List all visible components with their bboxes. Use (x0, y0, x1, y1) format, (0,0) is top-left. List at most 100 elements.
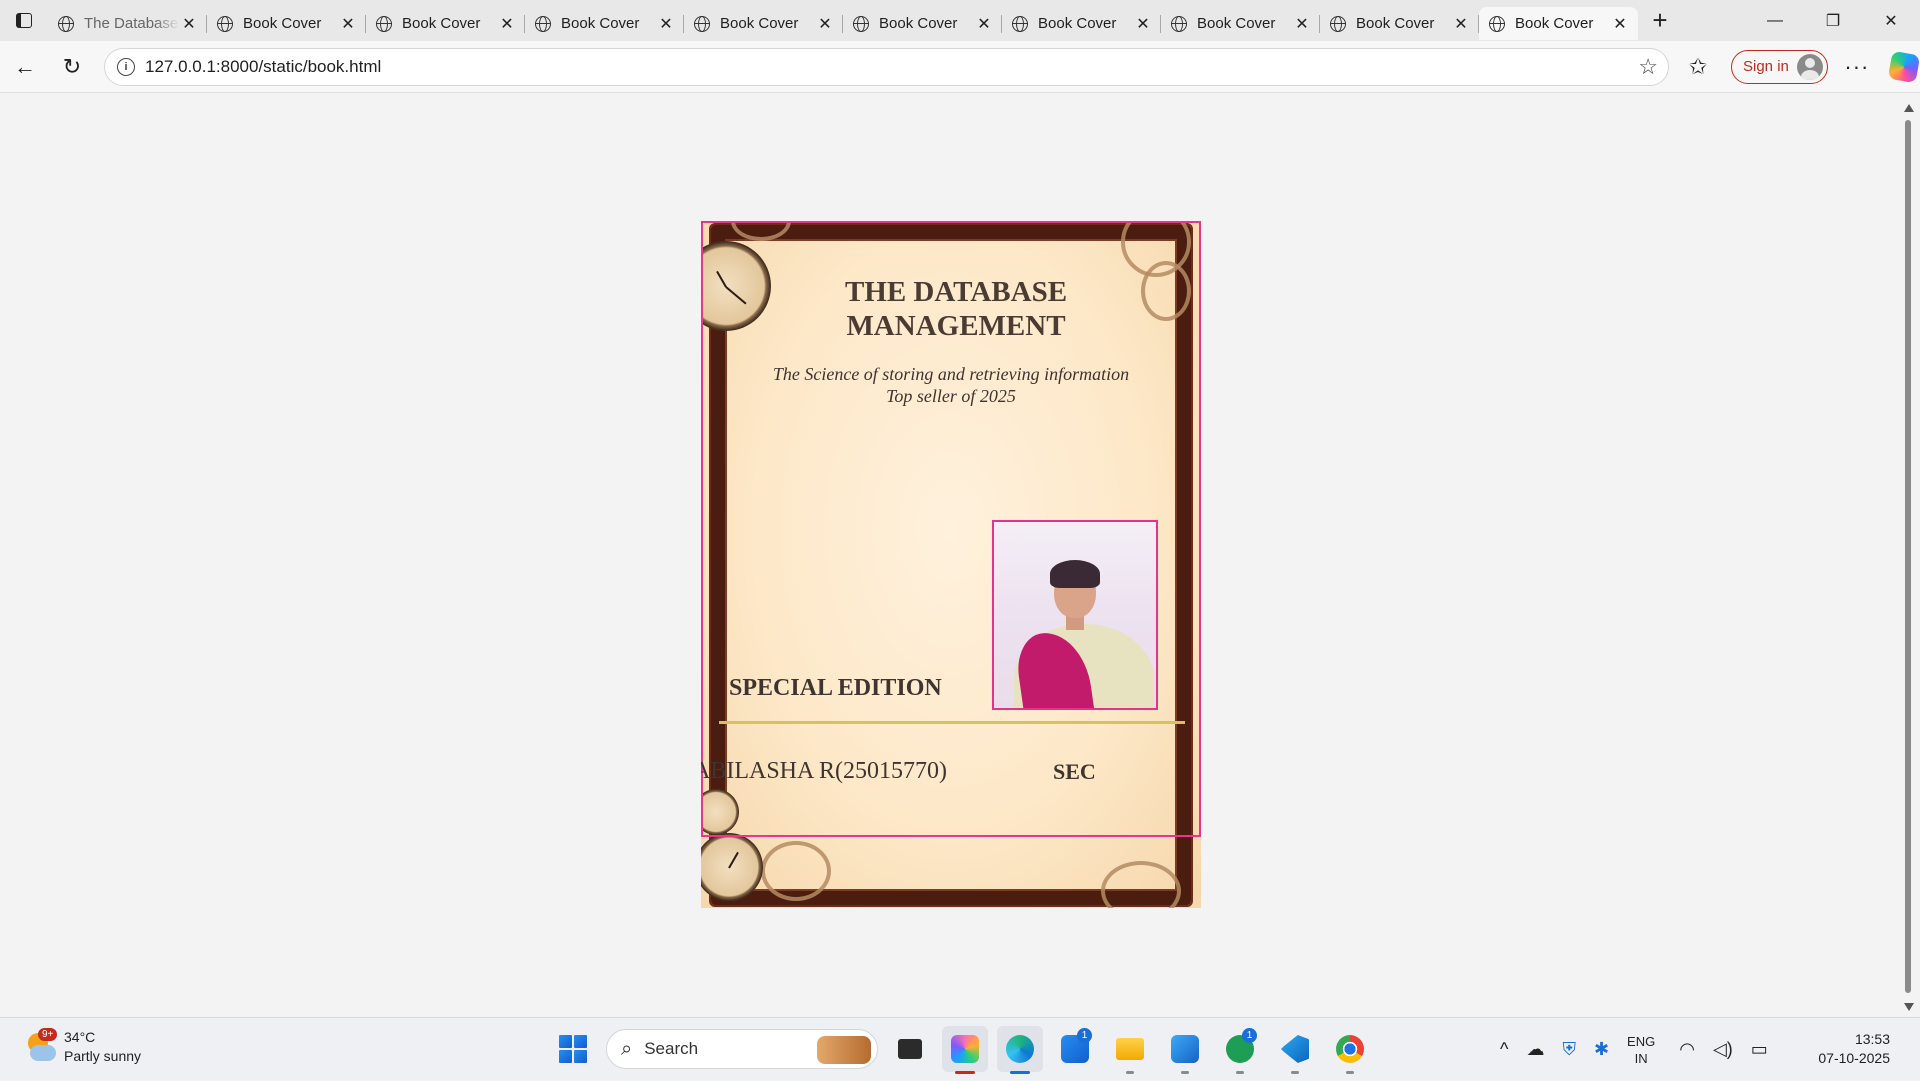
globe-icon (1330, 15, 1346, 32)
bluetooth-icon[interactable]: ✱ (1594, 1039, 1609, 1060)
profile-avatar-icon (1796, 53, 1823, 80)
task-view-button[interactable] (887, 1026, 933, 1072)
windows-logo-icon (559, 1035, 587, 1063)
vscode-app-button[interactable] (1272, 1026, 1318, 1074)
close-window-button[interactable]: ✕ (1862, 0, 1920, 41)
book-title-line-1: THE DATABASE (844, 276, 1068, 308)
globe-icon (853, 15, 869, 32)
search-highlight-image (817, 1036, 871, 1064)
tab-close-button[interactable]: ✕ (656, 14, 676, 34)
browser-toolbar: ← ↻ i 127.0.0.1:8000/static/book.html ☆ … (0, 41, 1920, 93)
file-explorer-button[interactable] (1107, 1026, 1153, 1074)
edge-app-button[interactable] (997, 1026, 1043, 1074)
tab-2[interactable]: Book Cover ✕ (366, 7, 525, 40)
tab-close-button[interactable]: ✕ (1610, 14, 1630, 34)
tab-close-button[interactable]: ✕ (338, 14, 358, 34)
scroll-up-arrow-icon[interactable] (1904, 104, 1914, 112)
more-options-button[interactable]: ··· (1842, 54, 1872, 80)
copilot-app-button[interactable] (942, 1026, 988, 1074)
security-shield-icon[interactable]: ⛨ (1562, 1039, 1576, 1060)
weather-desc: Partly sunny (64, 1048, 142, 1064)
tab-actions-button[interactable] (0, 0, 48, 41)
tab-1[interactable]: Book Cover ✕ (207, 7, 366, 40)
special-edition-label: SPECIAL EDITION (729, 675, 942, 701)
store-badge: 1 (1077, 1028, 1092, 1043)
minimize-button[interactable]: — (1746, 0, 1804, 41)
page-scrollbar[interactable] (1902, 100, 1916, 1015)
search-icon: ⌕ (621, 1037, 633, 1060)
back-button[interactable]: ← (3, 45, 47, 89)
tab-7[interactable]: Book Cover ✕ (1161, 7, 1320, 40)
show-hidden-icons-button[interactable]: ^ (1500, 1039, 1508, 1060)
volume-icon[interactable]: ◁) (1713, 1039, 1733, 1060)
copilot-app-icon (951, 1035, 979, 1063)
chrome-app-button[interactable] (1327, 1026, 1373, 1074)
globe-icon (535, 15, 551, 32)
tab-close-button[interactable]: ✕ (1451, 14, 1471, 34)
vscode-icon (1281, 1035, 1309, 1063)
tab-5[interactable]: Book Cover ✕ (843, 7, 1002, 40)
tab-close-button[interactable]: ✕ (179, 14, 199, 34)
globe-icon (58, 15, 74, 32)
whatsapp-badge: 1 (1242, 1028, 1257, 1043)
scroll-down-arrow-icon[interactable] (1904, 1003, 1914, 1011)
language-indicator[interactable]: ENG IN (1627, 1033, 1655, 1067)
author-photo (992, 520, 1158, 710)
start-button[interactable] (550, 1026, 596, 1072)
tab-9-active[interactable]: Book Cover ✕ (1479, 7, 1638, 40)
tab-close-button[interactable]: ✕ (1292, 14, 1312, 34)
globe-icon (376, 15, 392, 32)
url-text[interactable]: 127.0.0.1:8000/static/book.html (145, 57, 1638, 77)
reload-button[interactable]: ↻ (50, 45, 94, 89)
tab-3[interactable]: Book Cover ✕ (525, 7, 684, 40)
restore-button[interactable]: ❐ (1804, 0, 1862, 41)
decorative-swirl (761, 841, 831, 901)
wifi-icon[interactable]: ◠ (1679, 1039, 1695, 1060)
favorite-star-icon[interactable]: ☆ (1638, 54, 1658, 80)
photos-app-button[interactable] (1162, 1026, 1208, 1074)
scrollbar-thumb[interactable] (1905, 120, 1911, 993)
task-view-icon (898, 1039, 922, 1059)
tab-6[interactable]: Book Cover ✕ (1002, 7, 1161, 40)
taskbar-apps: ⌕ Search 1 1 (550, 1026, 1373, 1074)
search-label: Search (644, 1039, 699, 1058)
tab-title: Book Cover (1515, 15, 1594, 32)
globe-icon (217, 15, 233, 32)
favorites-button[interactable]: ✩ (1683, 54, 1713, 80)
address-bar[interactable]: i 127.0.0.1:8000/static/book.html ☆ (104, 47, 1669, 86)
tab-title: Book Cover (561, 15, 640, 32)
folder-icon (1116, 1038, 1144, 1060)
battery-icon[interactable]: ▭ (1751, 1039, 1768, 1060)
photos-icon (1171, 1035, 1199, 1063)
tab-title: Book Cover (1038, 15, 1117, 32)
book-title-line-2: MANAGEMENT (846, 310, 1066, 342)
store-app-button[interactable]: 1 (1052, 1026, 1098, 1072)
subtitle-line-1: The Science of storing and retrieving in… (772, 364, 1130, 384)
tab-title: Book Cover (720, 15, 799, 32)
tab-4[interactable]: Book Cover ✕ (684, 7, 843, 40)
tab-0[interactable]: The Database ✕ (48, 7, 207, 40)
new-tab-button[interactable]: + (1638, 0, 1682, 41)
weather-widget[interactable]: 9+ 34°C Partly sunny (24, 1028, 141, 1066)
tab-8[interactable]: Book Cover ✕ (1320, 7, 1479, 40)
tab-title: Book Cover (402, 15, 481, 32)
site-info-icon[interactable]: i (117, 57, 135, 76)
tab-close-button[interactable]: ✕ (974, 14, 994, 34)
tab-close-button[interactable]: ✕ (497, 14, 517, 34)
globe-icon (1012, 15, 1028, 32)
taskbar-clock[interactable]: 13:53 07-10-2025 (1818, 1030, 1890, 1068)
copilot-icon[interactable] (1887, 50, 1920, 83)
tab-close-button[interactable]: ✕ (1133, 14, 1153, 34)
sign-in-button[interactable]: Sign in (1731, 49, 1828, 84)
partly-sunny-icon: 9+ (24, 1028, 58, 1063)
whatsapp-app-button[interactable]: 1 (1217, 1026, 1263, 1074)
windows-taskbar: 9+ 34°C Partly sunny ⌕ Search 1 1 ^ ☁ ⛨ … (0, 1017, 1920, 1080)
globe-icon (1171, 15, 1187, 32)
taskbar-search[interactable]: ⌕ Search (606, 1029, 878, 1069)
chrome-icon (1336, 1035, 1364, 1063)
tab-close-button[interactable]: ✕ (815, 14, 835, 34)
edge-icon (1006, 1035, 1034, 1063)
onedrive-icon[interactable]: ☁ (1526, 1039, 1544, 1060)
cover-divider (719, 721, 1185, 724)
book-cover: THE DATABASE MANAGEMENT The Science of s… (701, 221, 1201, 908)
